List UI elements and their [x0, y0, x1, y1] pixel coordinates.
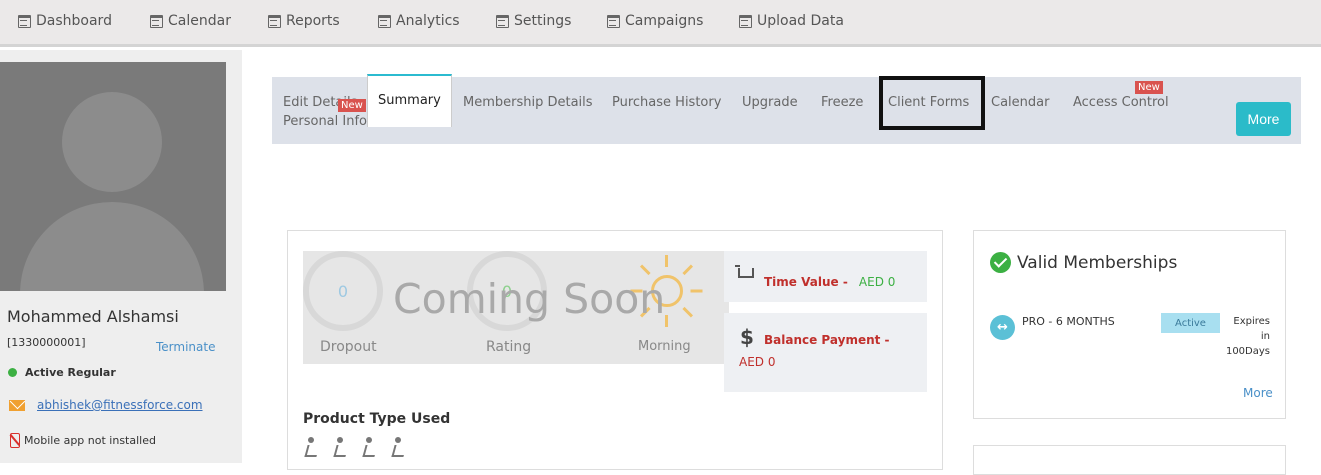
tab-personal-info[interactable]: Personal Info — [283, 114, 367, 129]
dropout-label: Dropout — [320, 339, 377, 355]
tab-summary[interactable]: Summary — [367, 74, 452, 127]
status-badge: Active — [1161, 313, 1220, 333]
top-navigation: Dashboard Calendar Reports Analytics Set… — [0, 0, 1321, 47]
sports-icon — [390, 437, 407, 457]
membership-icon: ↔ — [990, 315, 1015, 340]
avatar-head — [62, 92, 162, 192]
mobile-not-installed-icon — [10, 433, 20, 448]
swimming-icon — [361, 437, 378, 457]
email-row: abhishek@fitnessforce.com — [9, 398, 203, 412]
tab-calendar[interactable]: Calendar — [991, 95, 1049, 110]
tab-purchase-history[interactable]: Purchase History — [612, 95, 721, 110]
member-id: [1330000001] — [7, 336, 86, 349]
valid-memberships-title: Valid Memberships — [990, 252, 1177, 273]
nav-upload-data[interactable]: Upload Data — [739, 13, 844, 29]
dropout-circle: 0 — [303, 251, 383, 331]
avatar — [0, 62, 226, 291]
rating-label: Rating — [486, 339, 532, 355]
tab-upgrade[interactable]: Upgrade — [742, 95, 798, 110]
morning-label: Morning — [638, 339, 691, 354]
product-type-icons — [303, 437, 407, 457]
member-tab-bar: Edit Details New Personal Info Summary M… — [272, 74, 1301, 144]
nav-campaigns[interactable]: Campaigns — [607, 13, 703, 29]
cart-icon — [735, 265, 754, 278]
nav-settings[interactable]: Settings — [496, 13, 571, 29]
new-badge: New — [338, 99, 366, 112]
nav-calendar[interactable]: Calendar — [150, 13, 231, 29]
avatar-body — [20, 202, 204, 291]
nav-dashboard[interactable]: Dashboard — [18, 13, 112, 29]
coming-soon-overlay: Coming Soon — [393, 275, 666, 323]
status-dot-icon — [8, 368, 17, 377]
calendar-icon — [18, 14, 31, 28]
memberships-more-link[interactable]: More — [1243, 386, 1273, 400]
membership-expiry: Expires in 100Days — [1225, 316, 1270, 357]
member-name: Mohammed Alshamsi — [7, 307, 179, 326]
calendar-icon — [607, 14, 620, 28]
calendar-icon — [378, 14, 391, 28]
nav-reports[interactable]: Reports — [268, 13, 340, 29]
mobile-app-status: Mobile app not installed — [10, 433, 156, 448]
stats-coming-soon: 0 0 Coming Soon Dropout Rating Morning — [303, 251, 729, 364]
calendar-icon — [739, 14, 752, 28]
dollar-icon: $ — [740, 325, 754, 349]
terminate-link[interactable]: Terminate — [156, 340, 215, 354]
check-circle-icon — [990, 252, 1011, 273]
tab-freeze[interactable]: Freeze — [821, 95, 863, 110]
gym-icon — [303, 437, 320, 457]
mail-icon — [9, 399, 25, 411]
new-badge: New — [1135, 81, 1163, 94]
nav-analytics[interactable]: Analytics — [378, 13, 460, 29]
valid-memberships-panel: Valid Memberships ↔ PRO - 6 MONTHS Activ… — [973, 230, 1286, 419]
calendar-icon — [496, 14, 509, 28]
secondary-panel — [973, 445, 1286, 475]
client-forms-highlight — [879, 76, 985, 130]
tab-access-control[interactable]: Access Control — [1073, 95, 1169, 110]
fitness-icon — [332, 437, 349, 457]
balance-payment-box: $ Balance Payment - AED 0 — [724, 313, 927, 392]
profile-sidebar: Mohammed Alshamsi [1330000001] Terminate… — [0, 50, 242, 463]
member-status: Active Regular — [8, 366, 116, 379]
calendar-icon — [268, 14, 281, 28]
product-type-title: Product Type Used — [303, 411, 451, 427]
tab-membership-details[interactable]: Membership Details — [463, 95, 593, 110]
time-value-box: Time Value - AED 0 — [724, 251, 927, 302]
email-link[interactable]: abhishek@fitnessforce.com — [37, 398, 203, 412]
calendar-icon — [150, 14, 163, 28]
more-button[interactable]: More — [1236, 102, 1291, 136]
membership-name: PRO - 6 MONTHS — [1022, 315, 1115, 328]
